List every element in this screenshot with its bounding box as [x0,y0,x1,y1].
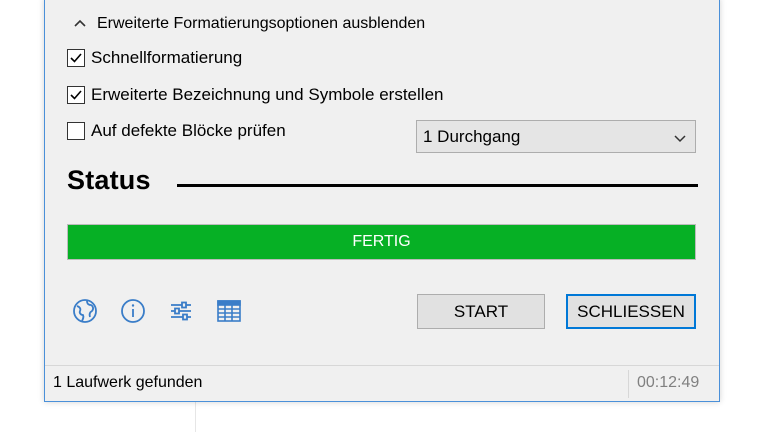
chevron-down-icon [673,130,687,144]
table-icon[interactable] [215,297,243,325]
extended-label-checkbox[interactable] [67,86,85,104]
option-check-bad-blocks[interactable]: Auf defekte Blöcke prüfen [67,121,286,141]
close-button[interactable]: SCHLIESSEN [566,294,696,329]
background-divider [195,400,196,432]
status-bar: 1 Laufwerk gefunden 00:12:49 [45,365,719,401]
checkmark-icon [70,53,82,63]
status-divider [177,184,698,187]
check-bad-blocks-label: Auf defekte Blöcke prüfen [91,121,286,140]
sliders-icon[interactable] [167,297,195,325]
toolbar-icons [71,297,243,325]
advanced-options-toggle[interactable]: Erweiterte Formatierungsoptionen ausblen… [71,12,425,36]
checkmark-icon [70,90,82,100]
check-bad-blocks-checkbox[interactable] [67,122,85,140]
passes-select[interactable]: 1 Durchgang [416,120,696,153]
quick-format-checkbox[interactable] [67,49,85,67]
globe-icon[interactable] [71,297,99,325]
format-dialog: Erweiterte Formatierungsoptionen ausblen… [44,0,720,402]
progress-label: FERTIG [352,233,411,250]
option-quick-format[interactable]: Schnellformatierung [67,48,242,68]
status-bar-separator [628,370,629,398]
progress-bar: FERTIG [67,224,696,260]
passes-select-value: 1 Durchgang [423,126,521,146]
extended-label-label: Erweiterte Bezeichnung und Symbole erste… [91,85,444,104]
chevron-up-icon [71,15,89,33]
advanced-options-label: Erweiterte Formatierungsoptionen ausblen… [97,15,426,32]
status-message: 1 Laufwerk gefunden [53,374,203,391]
start-button[interactable]: START [417,294,545,329]
status-heading: Status [67,165,151,195]
elapsed-time: 00:12:49 [637,374,700,391]
option-extended-label[interactable]: Erweiterte Bezeichnung und Symbole erste… [67,85,443,105]
info-icon[interactable] [119,297,147,325]
quick-format-label: Schnellformatierung [91,48,243,67]
